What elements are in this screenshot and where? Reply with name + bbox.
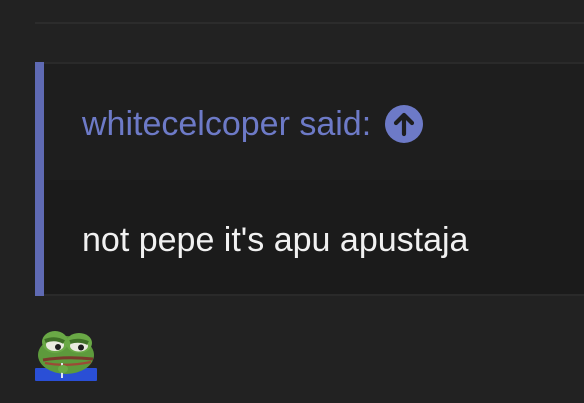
quote-attribution: whitecelcoper said: xyxy=(82,104,424,144)
quote-author-link[interactable]: whitecelcoper said: xyxy=(82,104,371,144)
divider xyxy=(35,22,584,24)
quote-body-text: not pepe it's apu apustaja xyxy=(82,221,469,259)
quote-accent-bar xyxy=(35,62,44,296)
post-content: whitecelcoper said: not pepe it's apu ap… xyxy=(0,0,584,403)
quote-header: whitecelcoper said: xyxy=(44,64,584,180)
apu-frog-emoji-icon xyxy=(35,331,97,381)
quote-block: whitecelcoper said: not pepe it's apu ap… xyxy=(35,62,584,296)
arrow-up-circle-icon[interactable] xyxy=(385,105,424,143)
